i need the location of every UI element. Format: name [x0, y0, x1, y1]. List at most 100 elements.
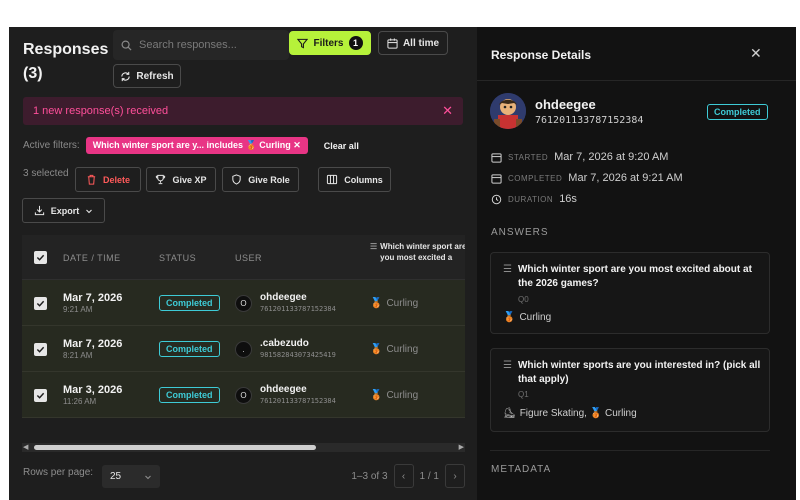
column-header-user[interactable]: USER [235, 235, 262, 280]
started-meta: STARTED Mar 7, 2026 at 9:20 AM [491, 151, 668, 163]
columns-icon [327, 174, 338, 185]
duration-label: DURATION [508, 194, 554, 204]
filters-label: Filters [313, 37, 344, 49]
search-input[interactable] [139, 39, 279, 51]
medal-icon: 🥉 [503, 312, 516, 323]
app-window: Responses (3) Filters 1 All time Refresh… [9, 27, 796, 500]
user-id: 761201133787152384 [260, 397, 336, 405]
answer-text: Curling [386, 343, 419, 355]
row-answer: 🥉 Curling [370, 280, 418, 326]
user-avatar [490, 93, 526, 129]
close-icon[interactable]: ✕ [750, 45, 762, 62]
chevron-down-icon [86, 209, 93, 213]
answer-value-text: Figure Skating, 🥉 Curling [519, 408, 637, 419]
refresh-button[interactable]: Refresh [113, 64, 181, 88]
columns-button[interactable]: Columns [318, 167, 391, 192]
table-row[interactable]: Mar 7, 2026 9:21 AM Completed O ohdeegee… [22, 280, 465, 326]
rows-per-page-value: 25 [110, 471, 122, 482]
row-status: Completed [159, 280, 220, 326]
export-button[interactable]: Export [22, 198, 105, 223]
avatar: . [235, 340, 252, 358]
answer-question-id: Q1 [518, 390, 529, 399]
select-all-checkbox[interactable] [34, 235, 47, 280]
filters-button[interactable]: Filters 1 [289, 31, 371, 55]
notice-close-icon[interactable]: ✕ [442, 103, 453, 119]
answer-value-text: Curling [519, 312, 552, 323]
details-header: Response Details ✕ [477, 27, 796, 81]
row-checkbox[interactable] [34, 280, 47, 326]
delete-label: Delete [102, 174, 130, 185]
scroll-right-icon[interactable]: ▶ [459, 443, 464, 452]
answer-question-text: Which winter sport are you most excited … [517, 264, 752, 289]
trophy-icon [156, 174, 166, 185]
row-datetime: Mar 7, 2026 8:21 AM [63, 326, 122, 372]
row-datetime: Mar 3, 2026 11:26 AM [63, 372, 122, 418]
responses-panel: Responses (3) Filters 1 All time Refresh… [9, 27, 477, 500]
delete-button[interactable]: Delete [75, 167, 141, 192]
user-id: 761201133787152384 [260, 305, 336, 313]
medal-icon: 🥉 [370, 297, 383, 309]
row-date: Mar 7, 2026 [63, 291, 123, 304]
filters-count-badge: 1 [348, 36, 363, 50]
row-date: Mar 3, 2026 [63, 383, 123, 396]
next-page-button[interactable]: › [445, 464, 465, 488]
filter-chip[interactable]: Which winter sport are y... includes 🥉 C… [85, 137, 308, 154]
user-id: 981582843073425419 [260, 351, 336, 359]
row-status: Completed [159, 372, 220, 418]
calendar-icon [491, 173, 502, 184]
calendar-icon [387, 37, 398, 49]
give-role-button[interactable]: Give Role [222, 167, 299, 192]
row-date: Mar 7, 2026 [63, 337, 123, 350]
row-time: 11:26 AM [63, 396, 97, 406]
scroll-left-icon[interactable]: ◀ [23, 443, 28, 452]
skate-icon: ⛸ [503, 408, 516, 419]
row-time: 9:21 AM [63, 304, 93, 314]
calendar-icon [491, 152, 502, 163]
row-checkbox[interactable] [34, 372, 47, 418]
table-row[interactable]: Mar 3, 2026 11:26 AM Completed O ohdeege… [22, 372, 465, 418]
medal-icon: 🥉 [370, 389, 383, 401]
column-header-status[interactable]: STATUS [159, 235, 196, 280]
give-xp-button[interactable]: Give XP [146, 167, 216, 192]
clear-all-link[interactable]: Clear all [324, 141, 359, 151]
table-row[interactable]: Mar 7, 2026 8:21 AM Completed . .cabezud… [22, 326, 465, 372]
clock-icon [491, 194, 502, 204]
check-icon [36, 392, 45, 399]
export-label: Export [50, 205, 80, 216]
rows-per-page-select[interactable]: 25 [102, 465, 160, 488]
chevron-right-icon: › [453, 470, 457, 482]
column-header-question[interactable]: ☰ Which winter sport are you most excite… [370, 241, 465, 271]
answer-card: ☰ Which winter sport are you most excite… [490, 252, 770, 334]
status-badge: Completed [159, 341, 220, 357]
date-range-label: All time [402, 37, 440, 49]
list-icon: ☰ [370, 242, 378, 251]
row-datetime: Mar 7, 2026 9:21 AM [63, 280, 122, 326]
prev-page-button[interactable]: ‹ [393, 464, 414, 488]
status-badge: Completed [707, 104, 768, 120]
horizontal-scrollbar[interactable]: ◀ ▶ [22, 443, 465, 452]
check-icon [36, 346, 45, 353]
search-box[interactable] [113, 30, 289, 60]
column-header-question-label: Which winter sport are you most excited … [380, 242, 465, 262]
response-details-panel: Response Details ✕ ohdeegee 761201133787… [477, 27, 796, 500]
scrollbar-thumb[interactable] [34, 445, 316, 450]
answer-question: ☰ Which winter sports are you interested… [503, 359, 765, 387]
completed-meta: COMPLETED Mar 7, 2026 at 9:21 AM [491, 172, 683, 184]
chevron-left-icon: ‹ [401, 470, 406, 482]
check-icon [36, 254, 45, 261]
row-user: O ohdeegee 761201133787152384 [235, 372, 336, 418]
answer-text: Curling [386, 389, 419, 401]
row-checkbox[interactable] [34, 326, 47, 372]
status-badge: Completed [159, 387, 220, 403]
row-user: O ohdeegee 761201133787152384 [235, 280, 336, 326]
page-range: 1–3 of 3 [351, 470, 388, 482]
check-icon [36, 300, 45, 307]
answer-card: ☰ Which winter sports are you interested… [490, 348, 770, 432]
answer-question: ☰ Which winter sport are you most excite… [503, 263, 765, 291]
details-title: Response Details [491, 48, 592, 62]
column-header-datetime[interactable]: DATE / TIME [63, 235, 121, 280]
date-range-button[interactable]: All time [378, 31, 448, 55]
user-name: ohdeegee [260, 384, 307, 395]
answer-question-id: Q0 [518, 295, 529, 304]
status-badge: Completed [159, 295, 220, 311]
